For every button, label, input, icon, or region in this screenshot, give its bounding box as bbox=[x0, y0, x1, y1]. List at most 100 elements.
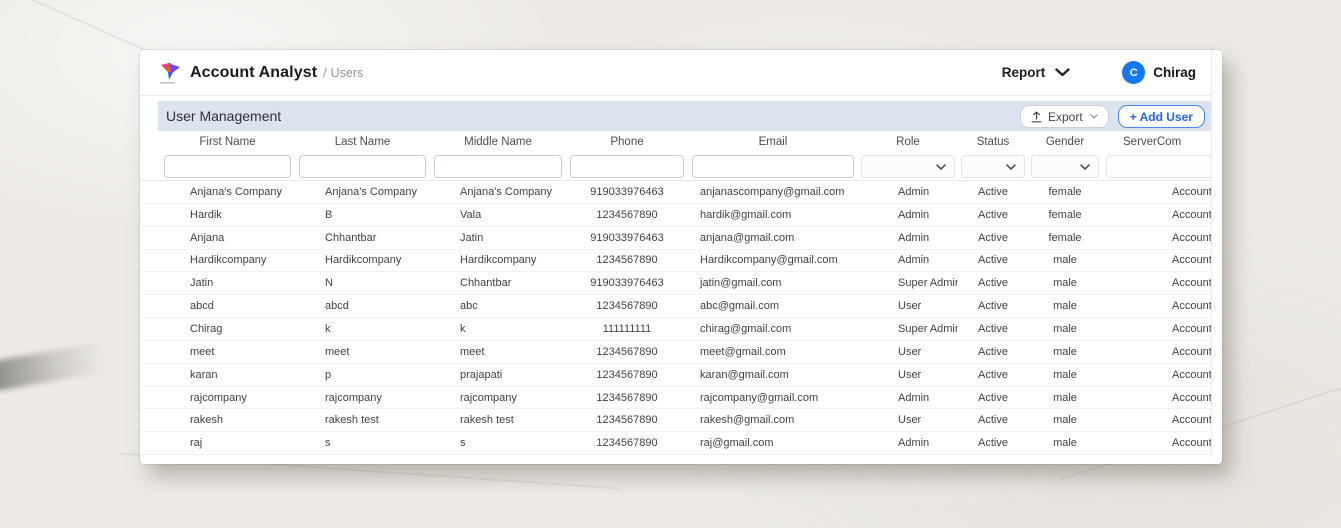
table-row[interactable]: karanpprajapati1234567890karan@gmail.com… bbox=[140, 364, 1212, 387]
cell-status: Active bbox=[958, 227, 1028, 249]
cell-phone: 1234567890 bbox=[566, 432, 688, 454]
user-name: Chirag bbox=[1153, 65, 1196, 80]
filter-select-status[interactable] bbox=[961, 155, 1025, 178]
table-row[interactable]: Chiragkk111111111chirag@gmail.comSuper A… bbox=[140, 318, 1212, 341]
column-header-middle-name[interactable]: Middle Name bbox=[430, 131, 566, 153]
export-upload-icon bbox=[1031, 111, 1042, 123]
section-title: User Management bbox=[166, 101, 281, 131]
user-menu[interactable]: C Chirag bbox=[1122, 61, 1196, 84]
report-dropdown[interactable]: Report bbox=[1002, 65, 1071, 80]
cell-middle-name: Chhantbar bbox=[430, 272, 566, 294]
cell-email: abc@gmail.com bbox=[688, 295, 858, 317]
cell-gender: female bbox=[1028, 204, 1102, 226]
cell-first-name: rajcompany bbox=[160, 387, 295, 409]
column-header-email[interactable]: Email bbox=[688, 131, 858, 153]
filter-input-first-name[interactable] bbox=[164, 155, 291, 178]
cell-middle-name: s bbox=[430, 432, 566, 454]
add-user-button[interactable]: + Add User bbox=[1118, 105, 1205, 128]
report-label: Report bbox=[1002, 65, 1046, 80]
cell-last-name: p bbox=[295, 364, 430, 386]
filter-input-phone[interactable] bbox=[570, 155, 684, 178]
cell-role: Admin bbox=[858, 387, 958, 409]
cell-servercom: Account bbox=[1102, 295, 1212, 317]
breadcrumb-current: Users bbox=[331, 66, 364, 80]
cell-role: Admin bbox=[858, 227, 958, 249]
cell-role: User bbox=[858, 341, 958, 363]
cell-last-name: abcd bbox=[295, 295, 430, 317]
export-label: Export bbox=[1048, 110, 1083, 124]
filter-cell bbox=[958, 153, 1028, 181]
filter-input-last-name[interactable] bbox=[299, 155, 426, 178]
cell-last-name: Chhantbar bbox=[295, 227, 430, 249]
cell-role: User bbox=[858, 409, 958, 431]
add-user-label: + Add User bbox=[1130, 110, 1193, 124]
chevron-down-icon bbox=[1090, 114, 1098, 119]
cell-last-name: rajcompany bbox=[295, 387, 430, 409]
cell-first-name: meet bbox=[160, 341, 295, 363]
table-row[interactable]: rakeshrakesh testrakesh test1234567890ra… bbox=[140, 409, 1212, 432]
cell-first-name: Jatin bbox=[160, 272, 295, 294]
filter-select-role[interactable] bbox=[861, 155, 955, 178]
cell-email: chirag@gmail.com bbox=[688, 318, 858, 340]
table-row[interactable]: meetmeetmeet1234567890meet@gmail.comUser… bbox=[140, 341, 1212, 364]
cell-phone: 1234567890 bbox=[566, 409, 688, 431]
table-header-row: First NameLast NameMiddle NamePhoneEmail… bbox=[140, 131, 1212, 153]
table-row[interactable]: rajcompanyrajcompanyrajcompany1234567890… bbox=[140, 387, 1212, 410]
user-table: First NameLast NameMiddle NamePhoneEmail… bbox=[140, 131, 1212, 455]
filter-input-servercom[interactable] bbox=[1106, 155, 1212, 178]
cell-status: Active bbox=[958, 272, 1028, 294]
column-header-servercom[interactable]: ServerCom bbox=[1102, 131, 1212, 153]
cell-status: Active bbox=[958, 295, 1028, 317]
cell-servercom: Account bbox=[1102, 181, 1212, 203]
table-row[interactable]: rajss1234567890raj@gmail.comAdminActivem… bbox=[140, 432, 1212, 455]
table-row[interactable]: Anjana's CompanyAnjana's CompanyAnjana's… bbox=[140, 181, 1212, 204]
cell-last-name: rakesh test bbox=[295, 409, 430, 431]
column-header-last-name[interactable]: Last Name bbox=[295, 131, 430, 153]
chevron-down-icon bbox=[1080, 164, 1090, 170]
filter-select-gender[interactable] bbox=[1031, 155, 1099, 178]
cell-role: Admin bbox=[858, 432, 958, 454]
cell-email: anjanascompany@gmail.com bbox=[688, 181, 858, 203]
cell-first-name: raj bbox=[160, 432, 295, 454]
cell-servercom: Account bbox=[1102, 409, 1212, 431]
cell-gender: male bbox=[1028, 364, 1102, 386]
cell-status: Active bbox=[958, 341, 1028, 363]
page-title: Account Analyst bbox=[190, 64, 317, 82]
cell-email: rajcompany@gmail.com bbox=[688, 387, 858, 409]
filter-input-email[interactable] bbox=[692, 155, 854, 178]
table-row[interactable]: HardikcompanyHardikcompanyHardikcompany1… bbox=[140, 250, 1212, 273]
cell-gender: female bbox=[1028, 181, 1102, 203]
avatar: C bbox=[1122, 61, 1145, 84]
filter-input-middle-name[interactable] bbox=[434, 155, 562, 178]
table-row[interactable]: JatinNChhantbar919033976463jatin@gmail.c… bbox=[140, 272, 1212, 295]
cell-status: Active bbox=[958, 432, 1028, 454]
cell-gender: male bbox=[1028, 387, 1102, 409]
cell-status: Active bbox=[958, 387, 1028, 409]
cell-middle-name: meet bbox=[430, 341, 566, 363]
cell-servercom: Account bbox=[1102, 227, 1212, 249]
export-button[interactable]: Export bbox=[1020, 105, 1109, 128]
cell-middle-name: Anjana's Company bbox=[430, 181, 566, 203]
cell-middle-name: rakesh test bbox=[430, 409, 566, 431]
cell-middle-name: prajapati bbox=[430, 364, 566, 386]
column-header-phone[interactable]: Phone bbox=[566, 131, 688, 153]
table-row[interactable]: AnjanaChhantbarJatin919033976463anjana@g… bbox=[140, 227, 1212, 250]
cell-servercom: Account bbox=[1102, 204, 1212, 226]
column-header-first-name[interactable]: First Name bbox=[160, 131, 295, 153]
cell-first-name: Hardikcompany bbox=[160, 249, 295, 271]
cell-servercom: Account bbox=[1102, 364, 1212, 386]
column-header-role[interactable]: Role bbox=[858, 131, 958, 153]
table-row[interactable]: HardikBVala1234567890hardik@gmail.comAdm… bbox=[140, 204, 1212, 227]
table-row[interactable]: abcdabcdabc1234567890abc@gmail.comUserAc… bbox=[140, 295, 1212, 318]
column-header-status[interactable]: Status bbox=[958, 131, 1028, 153]
app-header: Account Analyst /Users Report C Chirag bbox=[140, 50, 1212, 96]
cell-servercom: Account bbox=[1102, 387, 1212, 409]
cell-phone: 919033976463 bbox=[566, 181, 688, 203]
column-header-gender[interactable]: Gender bbox=[1028, 131, 1102, 153]
cell-gender: male bbox=[1028, 318, 1102, 340]
cell-servercom: Account bbox=[1102, 272, 1212, 294]
cell-status: Active bbox=[958, 318, 1028, 340]
cell-gender: male bbox=[1028, 295, 1102, 317]
cell-role: User bbox=[858, 295, 958, 317]
toolbar-buttons: Export + Add User bbox=[1020, 105, 1205, 128]
